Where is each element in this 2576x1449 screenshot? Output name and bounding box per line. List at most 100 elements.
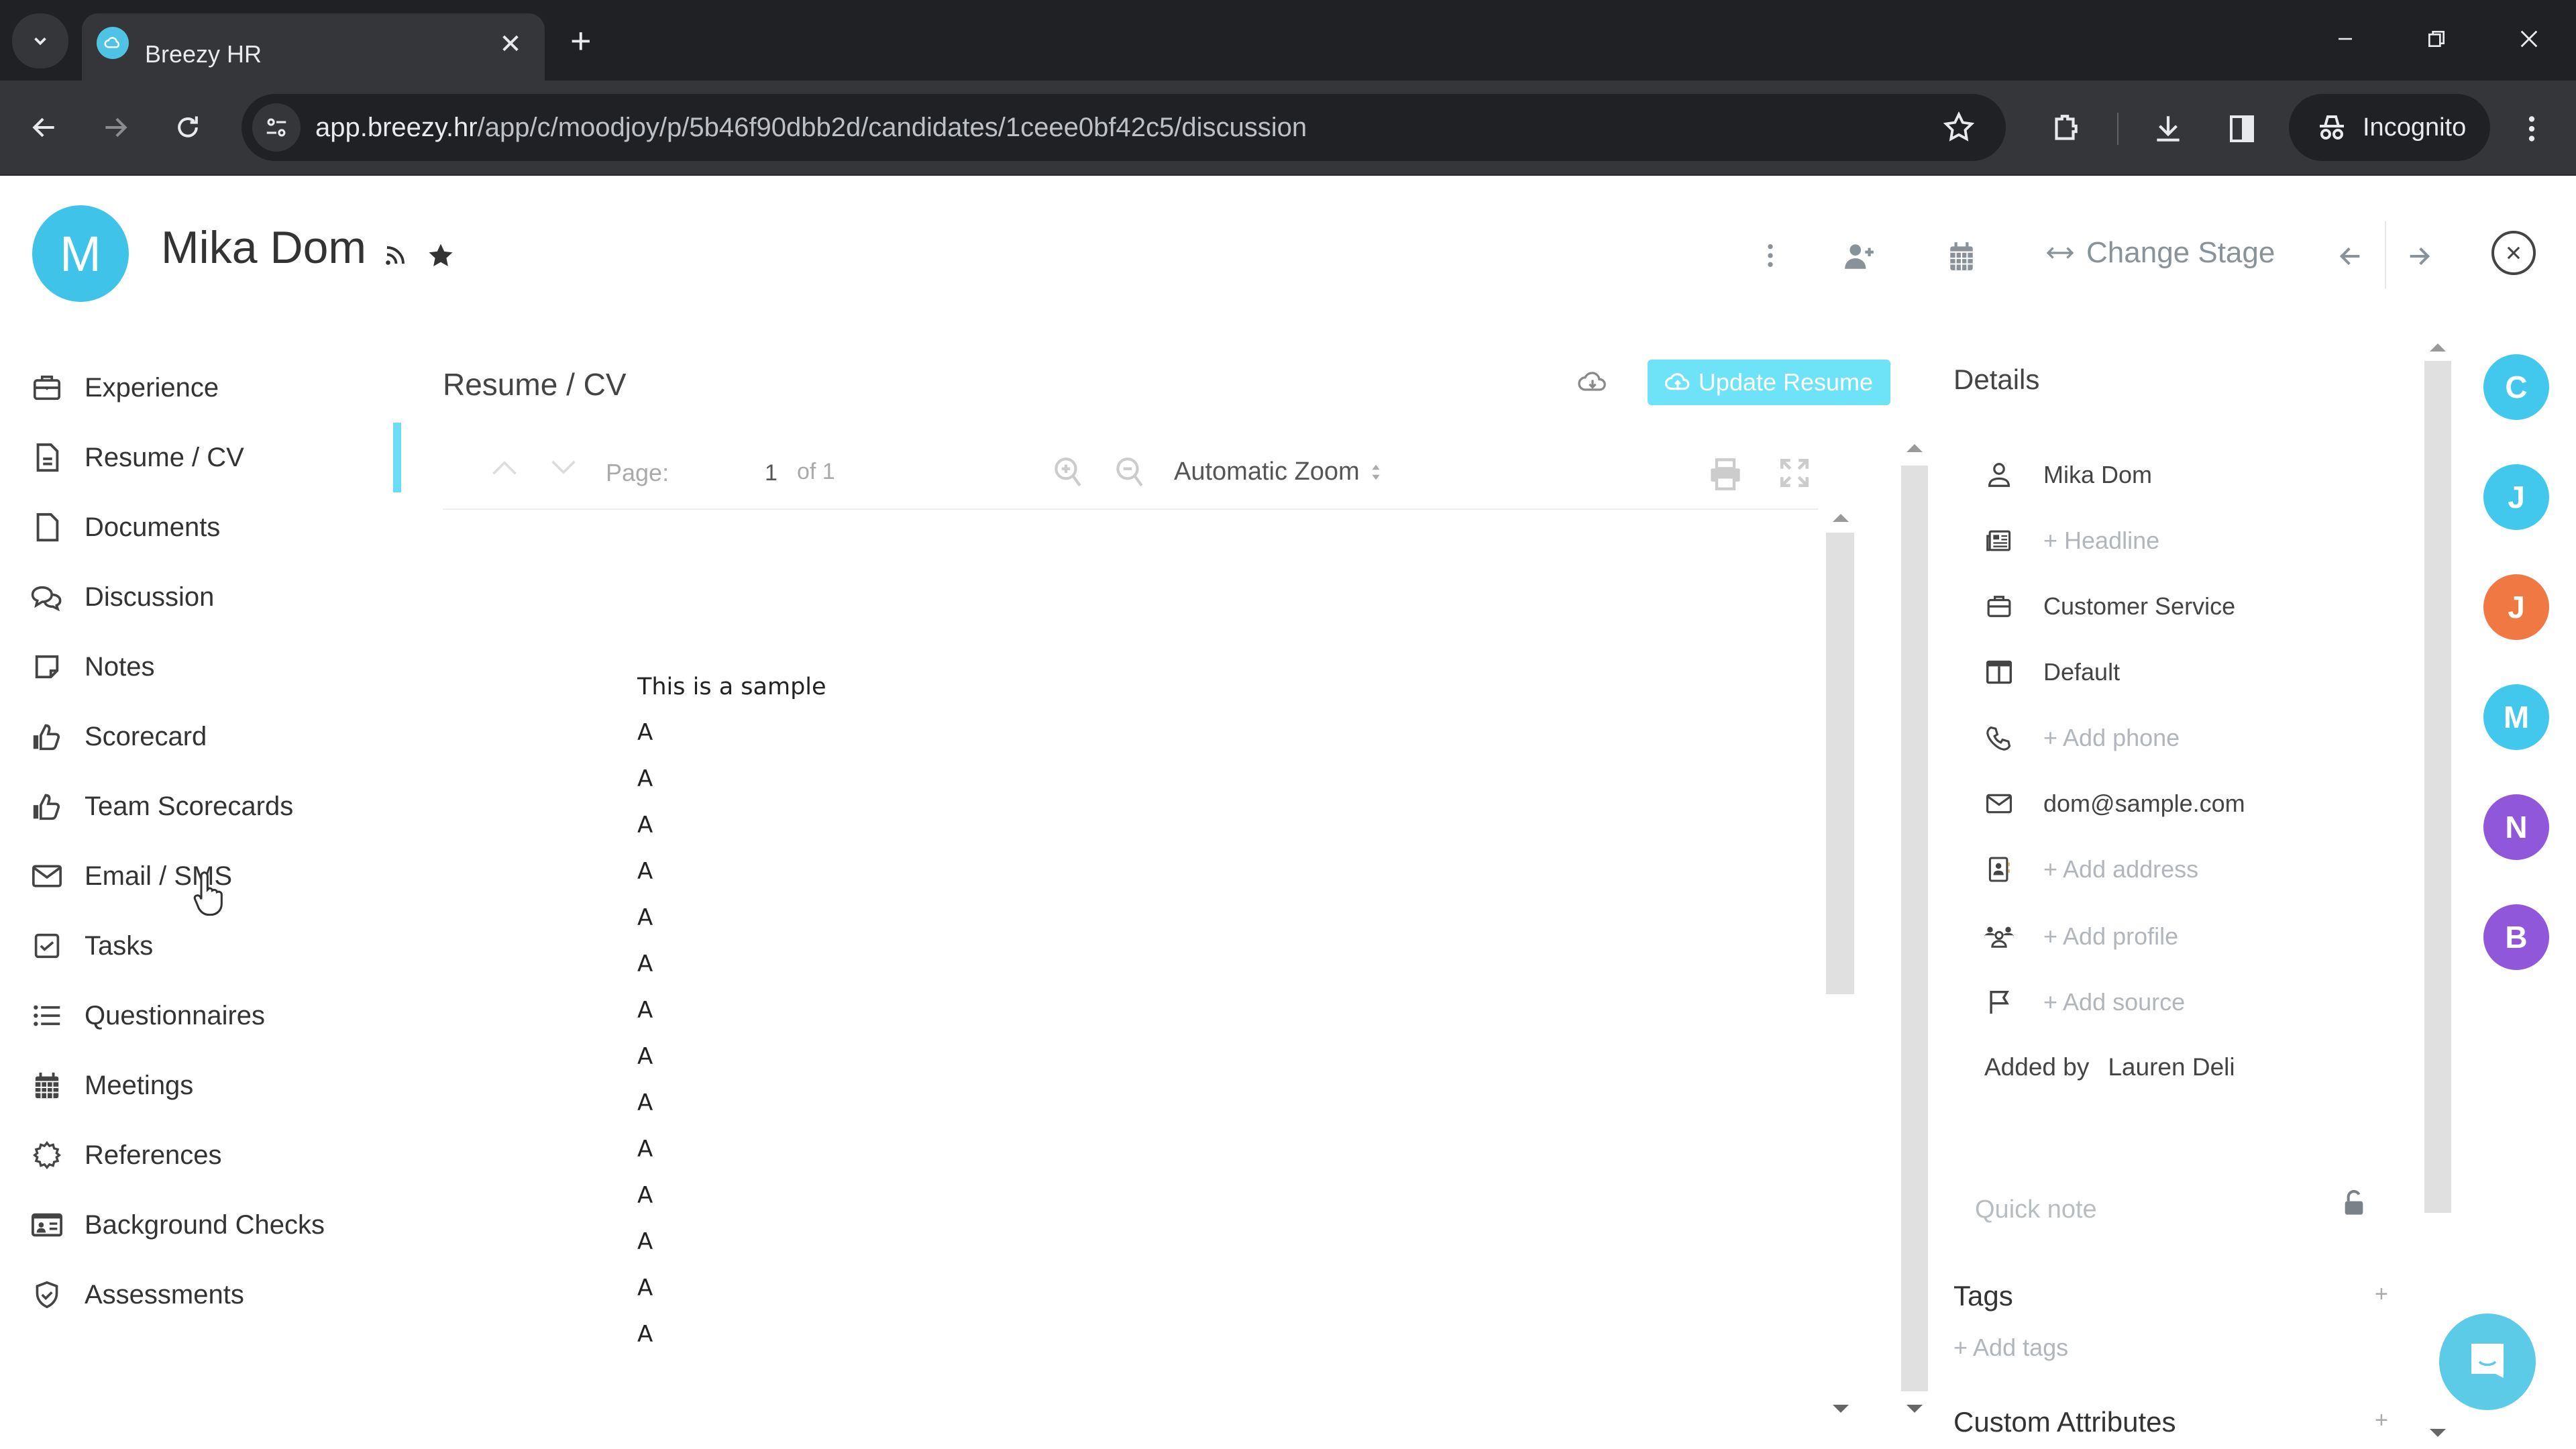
sidebar-item-label: Background Checks	[85, 1210, 325, 1240]
favorite-star-icon[interactable]	[424, 239, 458, 272]
sidebar-item-resume-cv[interactable]: Resume / CV	[30, 431, 244, 484]
detail-row-position[interactable]: Customer Service	[1979, 586, 2235, 627]
sidebar-item-documents[interactable]: Documents	[30, 500, 220, 554]
sidebar-item-label: Questionnaires	[85, 1000, 266, 1030]
url-text[interactable]: app.breezy.hr/app/c/moodjoy/p/5b46f90dbb…	[315, 113, 1307, 143]
added-by: Added by Lauren Deli	[1984, 1053, 2235, 1081]
window-close-button[interactable]	[2509, 19, 2549, 59]
sidebar-item-notes[interactable]: Notes	[30, 640, 155, 694]
restore-button[interactable]	[2416, 19, 2457, 59]
checkbox-icon	[30, 928, 64, 963]
pdf-scroll-up-button[interactable]	[1833, 514, 1849, 522]
detail-row-phone[interactable]: + Add phone	[1979, 718, 2180, 758]
panel-scrollbar-thumb[interactable]	[1901, 466, 1928, 1391]
sidebar-item-questionnaires[interactable]: Questionnaires	[30, 989, 265, 1042]
details-scrollbar-thumb[interactable]	[2424, 361, 2451, 1213]
rss-feed-icon[interactable]	[380, 240, 411, 271]
sidebar-item-tasks[interactable]: Tasks	[30, 919, 153, 973]
id-card-icon	[30, 1208, 64, 1242]
sidebar-item-experience[interactable]: Experience	[30, 361, 219, 415]
change-stage-button[interactable]: Change Stage	[2046, 236, 2275, 270]
team-member-avatar[interactable]: B	[2483, 904, 2549, 970]
panel-scroll-down-button[interactable]	[1907, 1405, 1923, 1413]
zoom-in-button[interactable]	[1052, 456, 1083, 490]
headline-icon	[1979, 521, 2019, 561]
fullscreen-button[interactable]	[1778, 456, 1811, 490]
previous-page-button[interactable]	[490, 458, 519, 478]
close-candidate-button[interactable]	[2491, 231, 2536, 275]
detail-row-pipeline[interactable]: Default	[1979, 652, 2120, 692]
address-bar[interactable]: app.breezy.hr/app/c/moodjoy/p/5b46f90dbb…	[241, 94, 2006, 161]
sidebar-item-team-scorecards[interactable]: Team Scorecards	[30, 780, 293, 833]
update-resume-button[interactable]: Update Resume	[1648, 360, 1890, 405]
extensions-icon[interactable]	[2043, 107, 2086, 150]
new-tab-button[interactable]: +	[570, 23, 592, 59]
tab-search-button[interactable]	[12, 13, 68, 68]
page-label: Page:	[606, 459, 669, 486]
next-candidate-button[interactable]	[2399, 236, 2439, 276]
back-button[interactable]	[24, 107, 64, 148]
unlock-icon[interactable]	[2343, 1190, 2365, 1217]
incognito-indicator[interactable]: Incognito	[2289, 94, 2490, 161]
pdf-scroll-down-button[interactable]	[1833, 1405, 1849, 1413]
team-member-avatar[interactable]: C	[2483, 354, 2549, 420]
zoom-select[interactable]: Automatic Zoom	[1174, 458, 1381, 486]
minimize-button[interactable]	[2325, 19, 2365, 59]
detail-row-address[interactable]: + Add address	[1979, 849, 2198, 890]
sidebar-item-scorecard[interactable]: Scorecard	[30, 710, 207, 763]
zoom-out-button[interactable]	[1114, 456, 1144, 490]
panel-scroll-up-button[interactable]	[1907, 444, 1923, 452]
sidebar-item-discussion[interactable]: Discussion	[30, 570, 214, 624]
calendar-icon	[30, 1068, 64, 1103]
sidebar-item-references[interactable]: References	[30, 1128, 222, 1182]
detail-row-source[interactable]: + Add source	[1979, 982, 2185, 1022]
forward-button[interactable]	[95, 107, 136, 148]
sidebar-item-assessments[interactable]: Assessments	[30, 1268, 244, 1322]
sidebar-item-background-checks[interactable]: Background Checks	[30, 1198, 325, 1252]
add-tags-link[interactable]: + Add tags	[1953, 1334, 2068, 1362]
reload-button[interactable]	[168, 107, 208, 148]
side-panel-icon[interactable]	[2220, 107, 2263, 150]
print-button[interactable]	[1708, 458, 1743, 491]
restore-icon	[2428, 31, 2445, 47]
close-icon	[2520, 30, 2538, 48]
chevron-up-icon	[492, 461, 517, 475]
detail-value: Mika Dom	[2043, 461, 2153, 488]
team-member-avatar[interactable]: N	[2483, 794, 2549, 860]
add-user-icon[interactable]	[1839, 236, 1880, 276]
previous-candidate-button[interactable]	[2330, 236, 2371, 276]
calendar-icon[interactable]	[1943, 237, 1980, 275]
detail-row-name[interactable]: Mika Dom	[1979, 455, 2152, 495]
next-page-button[interactable]	[549, 458, 578, 478]
pdf-text-line: A	[637, 904, 653, 931]
sidebar-item-meetings[interactable]: Meetings	[30, 1059, 193, 1112]
details-scroll-down-button[interactable]	[2430, 1429, 2446, 1437]
browser-menu-icon[interactable]	[2510, 107, 2553, 150]
quick-note-input[interactable]	[1975, 1186, 2377, 1233]
pdf-text-line: A	[637, 1182, 653, 1209]
pdf-scrollbar-thumb[interactable]	[1826, 533, 1854, 994]
team-member-avatar[interactable]: J	[2483, 464, 2549, 530]
page-number-input[interactable]: 1	[765, 460, 777, 486]
chat-support-button[interactable]	[2439, 1313, 2536, 1410]
added-by-label: Added by	[1984, 1053, 2090, 1081]
phone-icon	[1979, 718, 2019, 758]
minimize-icon	[2339, 38, 2352, 40]
add-custom-attribute-button[interactable]: +	[2375, 1407, 2388, 1434]
add-tag-plus-button[interactable]: +	[2375, 1281, 2388, 1307]
site-info-icon[interactable]	[252, 103, 301, 152]
bookmark-star-icon[interactable]	[1941, 110, 1976, 145]
team-member-avatar[interactable]: M	[2483, 684, 2549, 750]
detail-row-headline[interactable]: + Headline	[1979, 521, 2159, 561]
team-member-avatar[interactable]: J	[2483, 574, 2549, 640]
candidate-avatar: M	[32, 205, 129, 302]
detail-row-email[interactable]: dom@sample.com	[1979, 784, 2245, 824]
download-resume-icon[interactable]	[1578, 369, 1607, 396]
list-icon	[30, 998, 64, 1033]
browser-tab[interactable]: Breezy HR ✕	[82, 13, 545, 80]
details-scroll-up-button[interactable]	[2430, 343, 2446, 352]
downloads-icon[interactable]	[2147, 107, 2190, 150]
detail-row-profile[interactable]: + Add profile	[1979, 916, 2178, 957]
more-options-icon[interactable]	[1754, 239, 1787, 272]
tab-close-icon[interactable]: ✕	[494, 28, 527, 60]
